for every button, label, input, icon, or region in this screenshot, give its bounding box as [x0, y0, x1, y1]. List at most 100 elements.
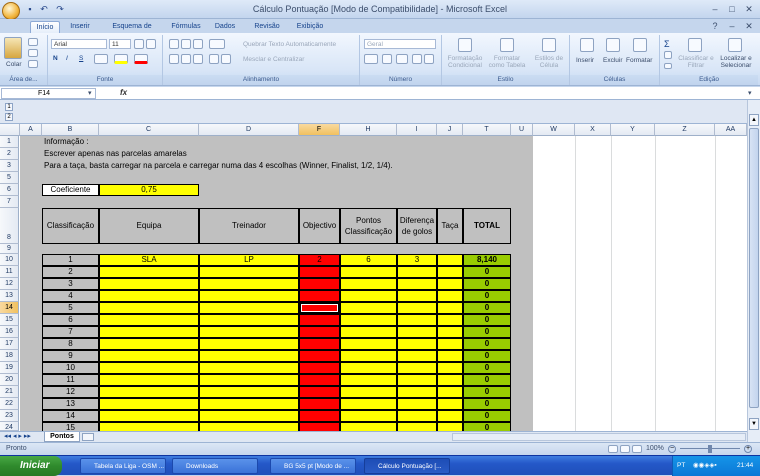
cell-pos-row-1[interactable]: 1	[42, 254, 99, 266]
cell-diferenca-row-4[interactable]	[397, 290, 437, 302]
cell-objectivo-row-3[interactable]	[299, 278, 340, 290]
increase-decimal-icon[interactable]	[412, 54, 422, 64]
expand-formula-icon[interactable]: ▾	[748, 89, 752, 97]
cell-objectivo-row-7[interactable]	[299, 326, 340, 338]
row-header-7[interactable]: 7	[0, 196, 19, 208]
tab-dados[interactable]: Dados	[212, 21, 238, 33]
cut-icon[interactable]	[28, 38, 38, 46]
row-header-19[interactable]: 19	[0, 362, 19, 374]
cell-total-row-8[interactable]: 0	[463, 338, 511, 350]
borders-icon[interactable]	[94, 54, 108, 64]
delete-cells-button[interactable]: Excluir	[603, 57, 623, 64]
cell-total-row-14[interactable]: 0	[463, 410, 511, 422]
row-header-17[interactable]: 17	[0, 338, 19, 350]
zoom-in-icon[interactable]: +	[744, 445, 752, 453]
col-header-f[interactable]: F	[299, 124, 340, 136]
cell-pontos-row-6[interactable]	[340, 314, 397, 326]
row-header-14[interactable]: 14	[0, 302, 19, 314]
cell-pos-row-4[interactable]: 4	[42, 290, 99, 302]
cell-pontos-row-10[interactable]	[340, 362, 397, 374]
cell-treinador-row-11[interactable]	[199, 374, 299, 386]
italic-button[interactable]: I	[66, 55, 68, 62]
row-header-1[interactable]: 1	[0, 136, 19, 148]
cell-diferenca-row-7[interactable]	[397, 326, 437, 338]
cell-taca-row-8[interactable]	[437, 338, 463, 350]
cell-objectivo-row-1[interactable]: 2	[299, 254, 340, 266]
scroll-up-icon[interactable]: ▲	[749, 114, 759, 126]
close-button[interactable]: ✕	[742, 3, 756, 15]
cell-treinador-row-9[interactable]	[199, 350, 299, 362]
col-header-h[interactable]: H	[340, 124, 397, 136]
align-middle-icon[interactable]	[181, 39, 191, 49]
align-bottom-icon[interactable]	[193, 39, 203, 49]
page-layout-view-icon[interactable]	[620, 445, 630, 453]
cell-taca-row-2[interactable]	[437, 266, 463, 278]
cell-total-row-2[interactable]: 0	[463, 266, 511, 278]
cell-diferenca-row-12[interactable]	[397, 386, 437, 398]
cell-equipa-row-12[interactable]	[99, 386, 199, 398]
cell-equipa-row-15[interactable]	[99, 422, 199, 431]
row-header-3[interactable]: 3	[0, 160, 19, 172]
cell-taca-row-6[interactable]	[437, 314, 463, 326]
col-header-b[interactable]: B	[42, 124, 99, 136]
cell-pos-row-11[interactable]: 11	[42, 374, 99, 386]
cell-pontos-row-2[interactable]	[340, 266, 397, 278]
paste-label[interactable]: Colar	[6, 61, 22, 68]
cell-taca-row-5[interactable]	[437, 302, 463, 314]
page-break-view-icon[interactable]	[632, 445, 642, 453]
cell-diferenca-row-15[interactable]	[397, 422, 437, 431]
sheet-tab-pontos[interactable]: Pontos	[44, 432, 80, 442]
cell-pos-row-3[interactable]: 3	[42, 278, 99, 290]
row-header-9[interactable]: 9	[0, 244, 19, 254]
cell-equipa-row-2[interactable]	[99, 266, 199, 278]
decrease-indent-icon[interactable]	[209, 54, 219, 64]
cell-equipa-row-3[interactable]	[99, 278, 199, 290]
zoom-out-icon[interactable]: −	[668, 445, 676, 453]
cell-diferenca-row-5[interactable]	[397, 302, 437, 314]
currency-icon[interactable]	[364, 54, 378, 64]
cell-treinador-row-14[interactable]	[199, 410, 299, 422]
sheet-nav-icon[interactable]: ◂◂ ◂ ▸ ▸▸	[4, 432, 31, 440]
cell-pontos-row-9[interactable]	[340, 350, 397, 362]
cell-styles-icon[interactable]	[542, 38, 556, 52]
shrink-font-icon[interactable]	[146, 39, 156, 49]
cell-pontos-row-15[interactable]	[340, 422, 397, 431]
cell-treinador-row-3[interactable]	[199, 278, 299, 290]
tab-esquema-pagina[interactable]: Esquema de Página	[102, 21, 162, 42]
tab-revisao[interactable]: Revisão	[251, 21, 283, 33]
row-header-23[interactable]: 23	[0, 410, 19, 422]
coefficient-value[interactable]: 0,75	[99, 184, 199, 196]
tab-inserir[interactable]: Inserir	[64, 21, 96, 33]
cell-total-row-1[interactable]: 8,140	[463, 254, 511, 266]
taskbar-item-browser[interactable]: Tabela da Liga - OSM ...	[80, 458, 166, 474]
cell-pos-row-7[interactable]: 7	[42, 326, 99, 338]
cell-pos-row-15[interactable]: 15	[42, 422, 99, 431]
align-right-icon[interactable]	[193, 54, 203, 64]
cell-objectivo-row-2[interactable]	[299, 266, 340, 278]
cell-pontos-row-4[interactable]	[340, 290, 397, 302]
conditional-format-icon[interactable]	[458, 38, 472, 52]
cell-equipa-row-8[interactable]	[99, 338, 199, 350]
row-header-11[interactable]: 11	[0, 266, 19, 278]
fill-color-icon[interactable]	[114, 54, 128, 64]
name-box[interactable]: F14	[1, 88, 96, 99]
insert-function-icon[interactable]: fx	[120, 88, 127, 97]
decrease-decimal-icon[interactable]	[424, 54, 434, 64]
cell-pontos-row-5[interactable]	[340, 302, 397, 314]
row-header-13[interactable]: 13	[0, 290, 19, 302]
format-painter-icon[interactable]	[28, 60, 38, 68]
cell-total-row-7[interactable]: 0	[463, 326, 511, 338]
col-header-w[interactable]: W	[533, 124, 575, 136]
cell-equipa-row-13[interactable]	[99, 398, 199, 410]
col-header-t[interactable]: T	[463, 124, 511, 136]
find-select-icon[interactable]	[728, 38, 742, 52]
cell-pos-row-9[interactable]: 9	[42, 350, 99, 362]
row-header-2[interactable]: 2	[0, 148, 19, 160]
col-header-z[interactable]: Z	[655, 124, 715, 136]
formula-input[interactable]	[138, 88, 743, 99]
cell-treinador-row-8[interactable]	[199, 338, 299, 350]
cell-treinador-row-12[interactable]	[199, 386, 299, 398]
paste-icon[interactable]	[4, 37, 22, 59]
scroll-thumb[interactable]	[749, 128, 759, 408]
row-header-16[interactable]: 16	[0, 326, 19, 338]
